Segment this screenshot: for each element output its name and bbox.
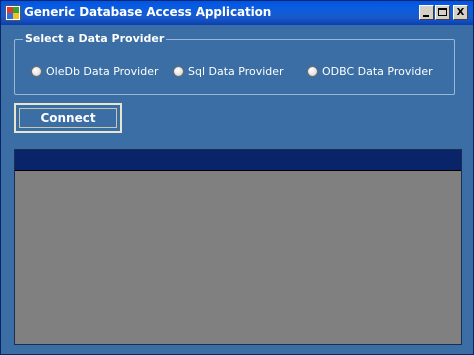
maximize-button[interactable]: [435, 5, 450, 20]
maximize-icon: [438, 8, 447, 16]
groupbox-legend: Select a Data Provider: [23, 32, 167, 45]
close-button[interactable]: X: [453, 5, 468, 20]
data-provider-groupbox: Select a Data Provider OleDb Data Provid…: [14, 32, 455, 95]
minimize-button[interactable]: [419, 5, 434, 20]
minimize-icon: [423, 15, 429, 17]
grid-caption-bar: [15, 150, 461, 171]
title-bar[interactable]: Generic Database Access Application X: [1, 1, 473, 25]
radio-circle-icon[interactable]: [31, 66, 42, 77]
radio-circle-icon[interactable]: [173, 66, 184, 77]
radio-label-sql[interactable]: Sql Data Provider: [188, 65, 284, 78]
radio-label-oledb[interactable]: OleDb Data Provider: [46, 65, 158, 78]
app-window: Generic Database Access Application X Se…: [0, 0, 474, 355]
close-icon: X: [456, 7, 465, 18]
radio-circle-icon[interactable]: [307, 66, 318, 77]
app-window-icon[interactable]: [5, 5, 21, 21]
radio-label-odbc[interactable]: ODBC Data Provider: [322, 65, 433, 78]
connect-button-label[interactable]: Connect: [19, 108, 117, 128]
connect-button[interactable]: Connect: [14, 103, 122, 133]
results-data-grid[interactable]: [14, 149, 462, 345]
window-title: Generic Database Access Application: [24, 5, 272, 19]
